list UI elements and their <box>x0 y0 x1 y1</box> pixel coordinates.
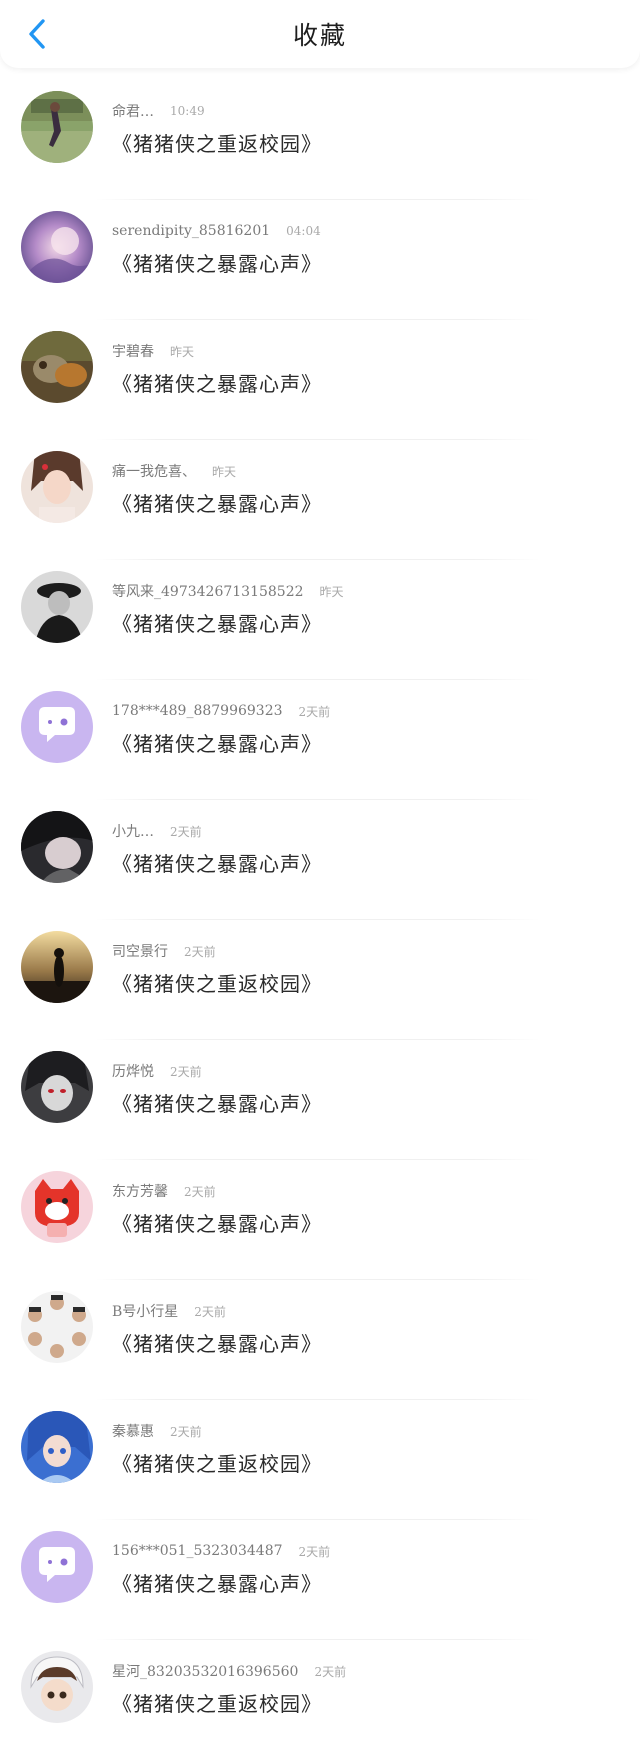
list-item[interactable]: 东方芳馨 2天前 《猪猪侠之暴露心声》 <box>0 1160 640 1280</box>
item-meta: serendipity_85816201 04:04 <box>112 221 321 241</box>
avatar[interactable] <box>21 331 93 403</box>
username[interactable]: 宇碧春 <box>112 341 154 361</box>
list-item[interactable]: 痛一我危喜、 昨天 《猪猪侠之暴露心声》 <box>0 440 640 560</box>
avatar[interactable] <box>21 1411 93 1483</box>
list-item[interactable]: B号小行星 2天前 《猪猪侠之暴露心声》 <box>0 1280 640 1400</box>
chat-bubble-icon <box>21 1531 93 1603</box>
post-title[interactable]: 《猪猪侠之暴露心声》 <box>112 248 322 277</box>
post-title[interactable]: 《猪猪侠之重返校园》 <box>112 968 322 997</box>
item-meta: 小九… 2天前 <box>112 821 202 841</box>
item-meta: 156***051_5323034487 2天前 <box>112 1541 330 1561</box>
avatar[interactable] <box>21 451 93 523</box>
list-item[interactable]: 秦慕惠 2天前 《猪猪侠之重返校园》 <box>0 1400 640 1520</box>
avatar[interactable] <box>21 211 93 283</box>
list-item[interactable]: 等风来_4973426713158522 昨天 《猪猪侠之暴露心声》 <box>0 560 640 680</box>
post-title[interactable]: 《猪猪侠之暴露心声》 <box>112 1208 322 1237</box>
username[interactable]: serendipity_85816201 <box>112 223 270 239</box>
username[interactable]: 小九… <box>112 821 154 841</box>
chevron-left-icon <box>29 19 45 49</box>
list-item[interactable]: 司空景行 2天前 《猪猪侠之重返校园》 <box>0 920 640 1040</box>
post-title[interactable]: 《猪猪侠之暴露心声》 <box>112 1568 322 1597</box>
post-title[interactable]: 《猪猪侠之暴露心声》 <box>112 368 322 397</box>
list-item[interactable]: 宇碧春 昨天 《猪猪侠之暴露心声》 <box>0 320 640 440</box>
timestamp: 昨天 <box>212 464 237 479</box>
post-title[interactable]: 《猪猪侠之重返校园》 <box>112 1688 322 1717</box>
username[interactable]: 秦慕惠 <box>112 1421 154 1441</box>
username[interactable]: 痛一我危喜、 <box>112 461 196 481</box>
list-item[interactable]: 156***051_5323034487 2天前 《猪猪侠之暴露心声》 <box>0 1520 640 1640</box>
item-meta: 178***489_8879969323 2天前 <box>112 701 330 721</box>
timestamp: 2天前 <box>298 1544 331 1559</box>
avatar[interactable] <box>21 1531 93 1603</box>
favorites-page: 收藏 命君… 10:49 《猪猪侠之重返校园》 serendipity_8581… <box>0 0 640 1739</box>
timestamp: 10:49 <box>170 104 205 118</box>
timestamp: 2天前 <box>170 1064 202 1079</box>
item-meta: 司空景行 2天前 <box>112 941 216 961</box>
timestamp: 2天前 <box>170 824 202 839</box>
username[interactable]: B号小行星 <box>112 1301 178 1321</box>
username[interactable]: 命君… <box>112 101 154 121</box>
username[interactable]: 等风来_4973426713158522 <box>112 581 304 601</box>
timestamp: 2天前 <box>170 1424 202 1439</box>
timestamp: 2天前 <box>194 1304 226 1319</box>
avatar[interactable] <box>21 691 93 763</box>
post-title[interactable]: 《猪猪侠之重返校园》 <box>112 1448 322 1477</box>
list-item[interactable]: 命君… 10:49 《猪猪侠之重返校园》 <box>0 80 640 200</box>
item-meta: 等风来_4973426713158522 昨天 <box>112 581 344 601</box>
avatar[interactable] <box>21 931 93 1003</box>
timestamp: 2天前 <box>184 1184 216 1199</box>
item-meta: 痛一我危喜、 昨天 <box>112 461 236 481</box>
username[interactable]: 178***489_8879969323 <box>112 703 283 719</box>
list-item[interactable]: 178***489_8879969323 2天前 《猪猪侠之暴露心声》 <box>0 680 640 800</box>
avatar[interactable] <box>21 1051 93 1123</box>
post-title[interactable]: 《猪猪侠之暴露心声》 <box>112 488 322 517</box>
timestamp: 04:04 <box>286 224 321 238</box>
page-title: 收藏 <box>292 21 347 50</box>
post-title[interactable]: 《猪猪侠之重返校园》 <box>112 128 322 157</box>
avatar[interactable] <box>21 571 93 643</box>
username[interactable]: 星河_83203532016396560 <box>112 1661 298 1681</box>
post-title[interactable]: 《猪猪侠之暴露心声》 <box>112 1328 322 1357</box>
back-button[interactable] <box>22 16 52 52</box>
timestamp: 昨天 <box>319 584 344 599</box>
post-title[interactable]: 《猪猪侠之暴露心声》 <box>112 608 322 637</box>
list-item[interactable]: serendipity_85816201 04:04 《猪猪侠之暴露心声》 <box>0 200 640 320</box>
list-item[interactable]: 星河_83203532016396560 2天前 《猪猪侠之重返校园》 <box>0 1640 640 1739</box>
list-item[interactable]: 小九… 2天前 《猪猪侠之暴露心声》 <box>0 800 640 920</box>
item-meta: 宇碧春 昨天 <box>112 341 194 361</box>
item-meta: 历烨悦 2天前 <box>112 1061 202 1081</box>
username[interactable]: 司空景行 <box>112 941 168 961</box>
avatar[interactable] <box>21 1291 93 1363</box>
post-title[interactable]: 《猪猪侠之暴露心声》 <box>112 848 322 877</box>
timestamp: 2天前 <box>298 704 331 719</box>
item-meta: 秦慕惠 2天前 <box>112 1421 202 1441</box>
item-meta: 东方芳馨 2天前 <box>112 1181 216 1201</box>
username[interactable]: 历烨悦 <box>112 1061 154 1081</box>
username[interactable]: 东方芳馨 <box>112 1181 168 1201</box>
item-meta: 星河_83203532016396560 2天前 <box>112 1661 346 1681</box>
item-meta: 命君… 10:49 <box>112 101 205 121</box>
favorites-list: 命君… 10:49 《猪猪侠之重返校园》 serendipity_8581620… <box>0 80 640 1739</box>
username[interactable]: 156***051_5323034487 <box>112 1543 283 1559</box>
post-title[interactable]: 《猪猪侠之暴露心声》 <box>112 728 322 757</box>
avatar[interactable] <box>21 91 93 163</box>
top-bar: 收藏 <box>0 0 640 68</box>
chat-bubble-icon <box>21 691 93 763</box>
post-title[interactable]: 《猪猪侠之暴露心声》 <box>112 1088 322 1117</box>
list-item[interactable]: 历烨悦 2天前 《猪猪侠之暴露心声》 <box>0 1040 640 1160</box>
timestamp: 2天前 <box>184 944 216 959</box>
avatar[interactable] <box>21 1651 93 1723</box>
item-meta: B号小行星 2天前 <box>112 1301 226 1321</box>
avatar[interactable] <box>21 811 93 883</box>
timestamp: 昨天 <box>170 344 195 359</box>
timestamp: 2天前 <box>314 1664 347 1679</box>
avatar[interactable] <box>21 1171 93 1243</box>
